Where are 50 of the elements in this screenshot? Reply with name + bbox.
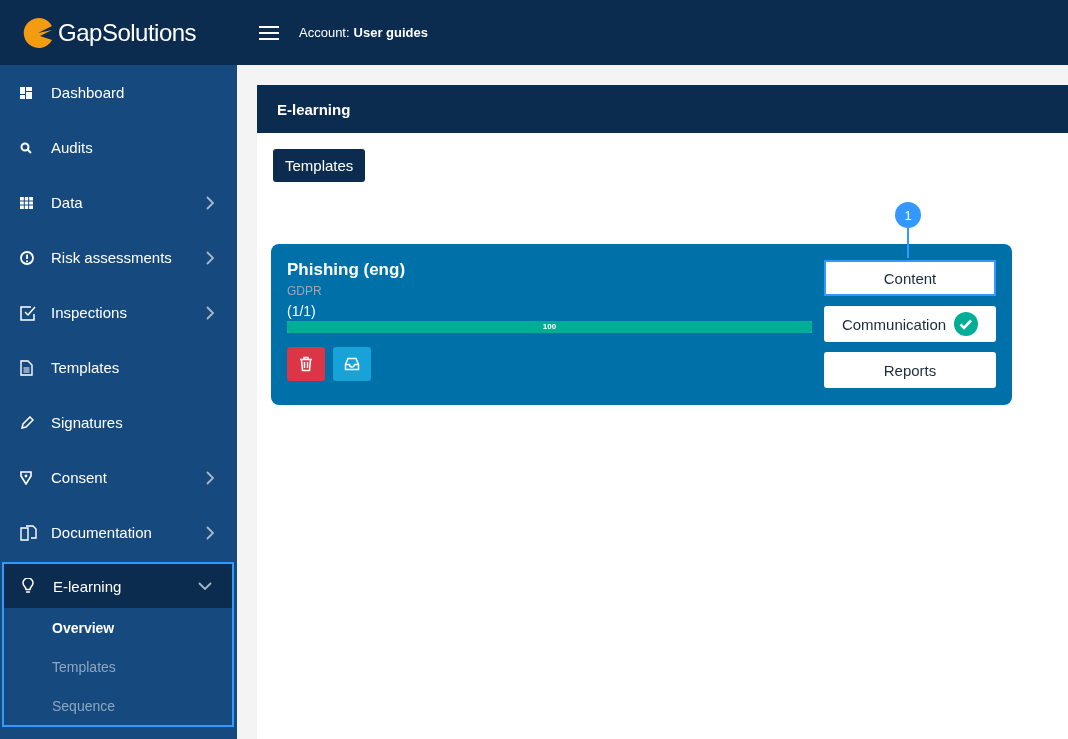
chevron-right-icon [203,250,217,265]
sidebar-item[interactable]: Risk assessments [0,230,237,285]
card-button[interactable]: Communication [824,306,996,342]
submenu-item[interactable]: Templates [4,647,232,686]
inbox-button[interactable] [333,347,371,381]
chevron-down-icon [198,579,212,593]
document-icon [20,359,33,376]
submenu-item[interactable]: Sequence [4,686,232,725]
panel-title: E-learning [277,100,351,118]
pencil-icon [20,415,34,430]
sidebar-item[interactable]: Dashboard [0,65,237,120]
trash-icon [298,356,314,372]
shield-icon [20,470,32,485]
sidebar-item[interactable]: Audits [0,120,237,175]
lightbulb-icon [22,578,34,594]
check-circle-icon [954,312,979,336]
sidebar-item[interactable]: Documentation [0,505,237,560]
sidebar-item[interactable]: Inspections [0,285,237,340]
sidebar-item[interactable]: Data [0,175,237,230]
account-label: Account: [299,25,350,40]
menu-icon[interactable] [259,25,279,40]
delete-button[interactable] [287,347,325,381]
logo-icon [22,16,54,49]
search-icon [20,141,32,154]
grid-icon [20,196,33,209]
checkbox-icon [20,304,37,321]
card-button[interactable]: Reports [824,352,996,388]
sidebar-item[interactable]: Templates [0,340,237,395]
logo-text: GapSolutions [58,18,197,47]
alert-icon [20,250,34,265]
highlighted-button[interactable]: Content [824,260,996,296]
course-title: Phishing (eng) [287,260,407,280]
chevron-right-icon [203,470,217,485]
course-category: GDPR [287,284,323,298]
sidebar-item[interactable]: E-learning [4,564,232,608]
step-badge: 1 [895,202,921,228]
chevron-right-icon [203,525,217,540]
inbox-icon [344,356,360,372]
chevron-right-icon [203,195,217,210]
sidebar-item[interactable]: Consent [0,450,237,505]
copy-icon [20,524,37,541]
sidebar-item[interactable]: Signatures [0,395,237,450]
submenu-item[interactable]: Overview [4,608,232,647]
chevron-right-icon [203,305,217,320]
progress-count: (1/1) [287,303,317,319]
templates-button[interactable]: Templates [273,149,366,182]
leader-line [907,228,909,258]
account-name: User guides [353,25,428,40]
dashboard-icon [20,86,32,99]
progress-value: 100 [541,321,558,333]
